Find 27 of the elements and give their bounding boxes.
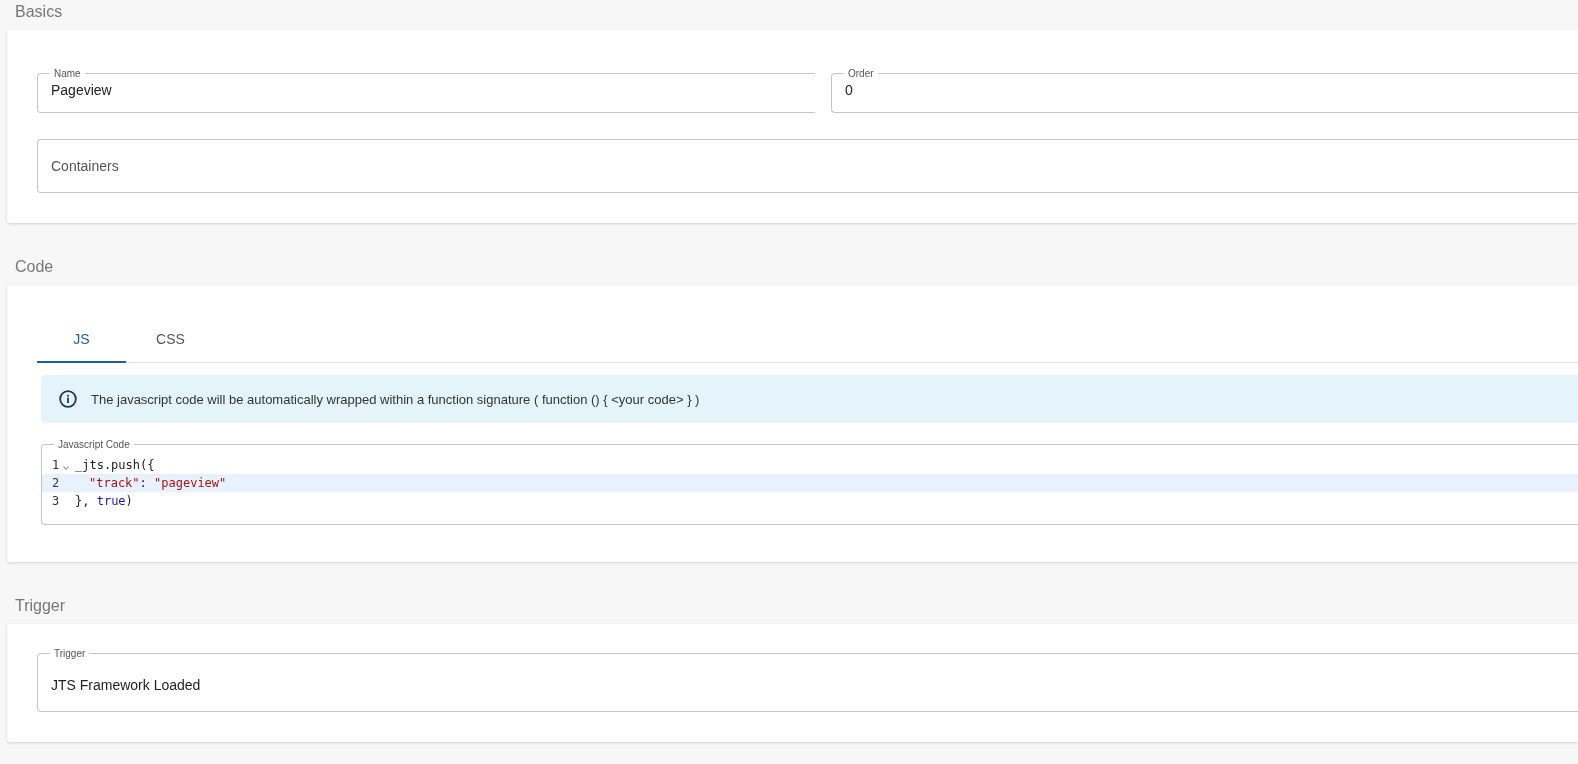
field-label: Order xyxy=(847,68,875,79)
code-line: }, true) xyxy=(75,494,133,508)
info-text: The javascript code will be automatically wrapped within a function signature ( function () { <your code> } ) xyxy=(91,391,700,407)
line-number: 1 xyxy=(52,458,61,472)
field-label: Javascript Code xyxy=(57,439,131,450)
field-value: JTS Framework Loaded xyxy=(51,676,201,695)
tab[interactable]: JS xyxy=(37,316,126,363)
fold-caret-icon[interactable] xyxy=(63,465,69,470)
info-icon xyxy=(59,390,77,408)
code-line: _jts.push({ xyxy=(75,458,155,472)
code-editor[interactable]: Javascript Code 1 _jts.push({ 2 "track": "pageview" 3 }, true) xyxy=(41,439,1578,525)
field-value: 0 xyxy=(845,81,853,100)
section-title: Code xyxy=(14,257,55,277)
field-label: Name xyxy=(53,68,82,79)
line-number: 2 xyxy=(52,476,61,490)
section-title: Basics xyxy=(14,2,64,22)
line-number: 3 xyxy=(52,494,61,508)
field-value: Pageview xyxy=(51,81,112,100)
trigger-field[interactable]: Trigger JTS Framework Loaded xyxy=(37,648,1578,712)
code-line: "track": "pageview" xyxy=(88,476,227,490)
containers-field[interactable]: Containers xyxy=(37,139,1578,193)
order-field[interactable]: Order 0 xyxy=(831,68,1578,113)
tab[interactable]: CSS xyxy=(126,316,215,363)
name-field[interactable]: Name Pageview xyxy=(37,68,815,113)
section-title: Trigger xyxy=(14,596,67,616)
placeholder-text: Containers xyxy=(51,157,119,176)
field-label: Trigger xyxy=(53,648,87,659)
